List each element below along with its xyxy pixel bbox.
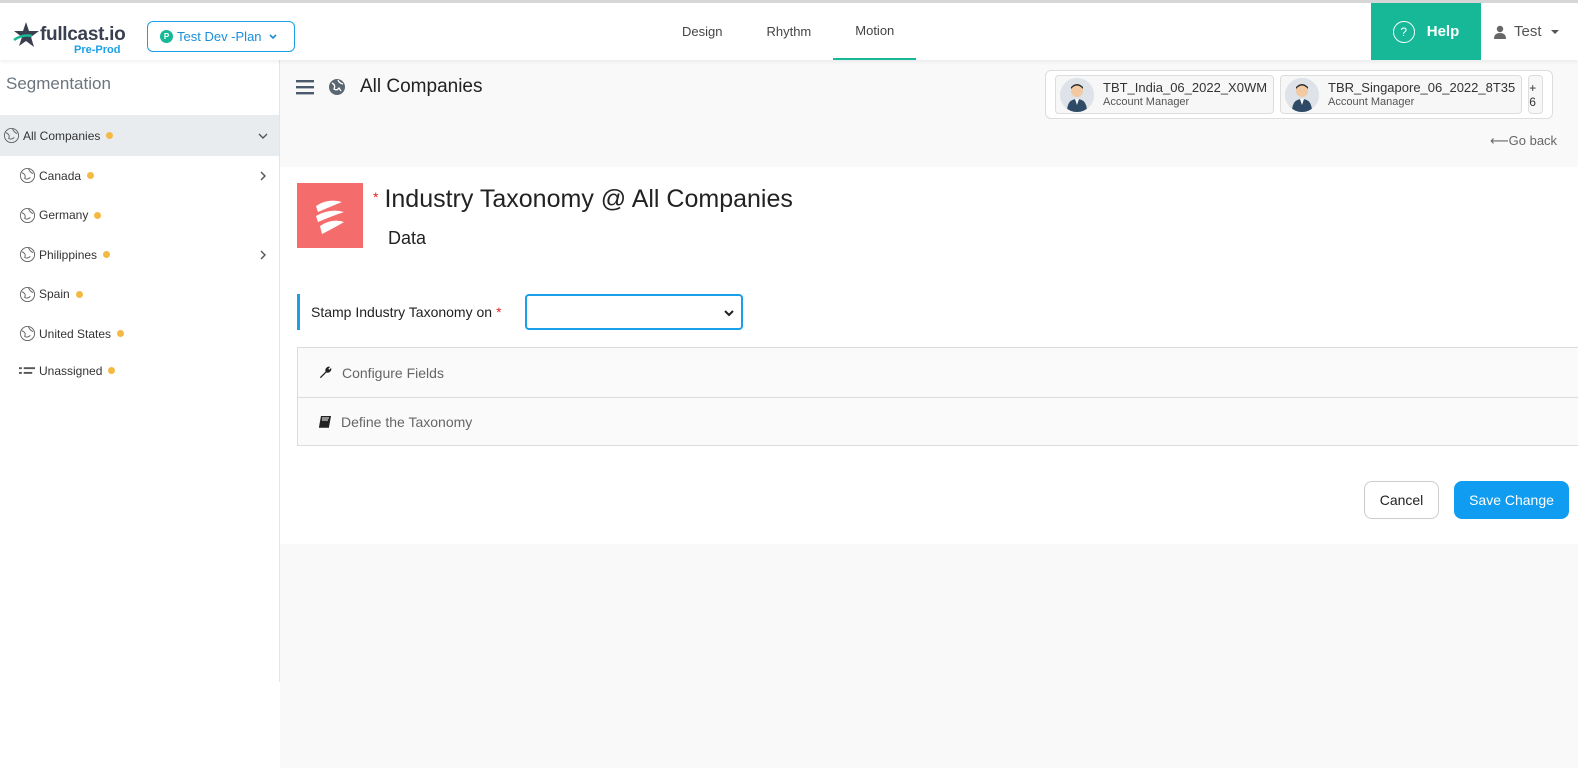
tab-motion[interactable]: Motion (833, 3, 917, 60)
avatar (1060, 77, 1094, 112)
page-subtitle: Data (388, 228, 427, 248)
globe-icon (329, 79, 345, 95)
globe-icon (18, 246, 36, 264)
more-assignees-button[interactable]: + 6 (1528, 75, 1543, 114)
tree-item-label: United States (39, 326, 112, 341)
arrow-left-icon: ⟵ (1490, 133, 1509, 148)
taxonomy-logo (297, 183, 363, 248)
chevron-down-icon (268, 33, 277, 39)
stamp-field-label: Stamp Industry Taxonomy on * (311, 304, 502, 320)
hamburger-menu-icon[interactable] (296, 79, 314, 95)
tree-item-label: Unassigned (39, 363, 103, 378)
page-breadcrumb-title: All Companies (360, 76, 483, 97)
globe-icon (18, 167, 36, 185)
tree-item-label: Germany (39, 208, 89, 223)
status-dot (106, 132, 114, 139)
tab-design[interactable]: Design (660, 3, 744, 60)
tree-item-label: Philippines (39, 247, 98, 262)
chevron-right-icon[interactable] (257, 249, 269, 261)
go-back-link[interactable]: ⟵Go back (1490, 133, 1557, 149)
tab-rhythm[interactable]: Rhythm (744, 3, 833, 60)
tree-item-label: All Companies (23, 128, 101, 143)
go-back-label: Go back (1508, 133, 1558, 148)
globe-icon (18, 325, 36, 343)
top-bar: fullcast.io Pre-Prod P Test Dev -Plan De… (0, 0, 1578, 60)
tree-item-germany[interactable]: Germany (0, 196, 279, 236)
segmentation-sidebar: Segmentation All Companies Canada German… (0, 60, 280, 682)
chevron-down-icon[interactable] (257, 130, 269, 142)
environment-label: Pre-Prod (74, 44, 121, 56)
tree-item-canada[interactable]: Canada (0, 156, 279, 196)
tree-item-philippines[interactable]: Philippines (0, 235, 279, 275)
logo-text: fullcast.io (40, 24, 126, 45)
assignee-name: TBT_India_06_2022_X0WM (1103, 80, 1268, 95)
assignee-list: TBT_India_06_2022_X0WM Account Manager T… (1045, 70, 1553, 119)
config-accordion: Configure Fields Define the Taxonomy (297, 347, 1578, 446)
status-dot (108, 367, 116, 374)
user-name: Test (1514, 23, 1542, 40)
globe-icon (18, 285, 36, 303)
list-icon (18, 362, 36, 380)
plan-label: Test Dev -Plan (177, 29, 262, 44)
caret-down-icon (1550, 29, 1559, 34)
globe-icon (2, 127, 20, 145)
tree-item-label: Canada (39, 168, 82, 183)
logo-star-icon (13, 22, 39, 47)
chevron-down-icon (724, 310, 734, 317)
tree-item-spain[interactable]: Spain (0, 275, 279, 315)
accordion-define-taxonomy[interactable]: Define the Taxonomy (298, 397, 1578, 446)
globe-icon (18, 206, 36, 224)
flag-waves-icon (316, 200, 344, 234)
fullcast-logo[interactable]: fullcast.io Pre-Prod (12, 20, 132, 60)
assignee-role: Account Manager (1328, 96, 1415, 108)
chevron-right-icon[interactable] (257, 170, 269, 182)
wrench-icon (319, 366, 332, 379)
plan-badge: P (160, 30, 173, 43)
assignee-role: Account Manager (1103, 96, 1190, 108)
tree-item-label: Spain (39, 287, 70, 302)
cancel-button[interactable]: Cancel (1364, 481, 1439, 519)
tree-item-all-companies[interactable]: All Companies (0, 115, 279, 156)
status-dot (75, 290, 83, 298)
accordion-label: Configure Fields (342, 364, 444, 381)
required-marker: * (496, 304, 502, 320)
accordion-label: Define the Taxonomy (341, 414, 473, 430)
required-marker: * (373, 188, 379, 205)
user-icon (1494, 25, 1506, 39)
save-change-button[interactable]: Save Change (1454, 481, 1569, 519)
stamp-field-row: Stamp Industry Taxonomy on * (297, 294, 502, 330)
content-header: All Companies (296, 75, 483, 99)
segment-tree: All Companies Canada Germany Philippines… (0, 115, 279, 388)
accordion-configure-fields[interactable]: Configure Fields (298, 348, 1578, 397)
avatar (1285, 77, 1320, 112)
page-title: Industry Taxonomy @ All Companies (384, 185, 793, 213)
help-label: Help (1426, 23, 1460, 40)
field-accent-bar (297, 294, 300, 330)
main-nav: Design Rhythm Motion (660, 3, 917, 60)
sidebar-title: Segmentation (6, 74, 111, 93)
assignee-chip[interactable]: TBT_India_06_2022_X0WM Account Manager (1055, 75, 1275, 114)
question-icon: ? (1392, 20, 1415, 43)
book-icon (319, 416, 331, 428)
status-dot (94, 211, 102, 219)
status-dot (103, 251, 111, 259)
page-title-row: * Industry Taxonomy @ All Companies (373, 185, 793, 214)
assignee-chip[interactable]: TBR_Singapore_06_2022_8T35 Account Manag… (1280, 75, 1523, 114)
stamp-field-select[interactable] (525, 294, 743, 330)
stamp-field-label-text: Stamp Industry Taxonomy on (311, 304, 493, 320)
assignee-name: TBR_Singapore_06_2022_8T35 (1328, 80, 1516, 95)
plan-selector-button[interactable]: P Test Dev -Plan (147, 21, 295, 52)
status-dot (87, 172, 95, 180)
help-button[interactable]: ? Help (1371, 3, 1481, 60)
tree-item-united-states[interactable]: United States (0, 314, 279, 354)
user-menu[interactable]: Test (1494, 3, 1560, 60)
status-dot (117, 330, 125, 338)
tree-item-unassigned[interactable]: Unassigned (0, 354, 279, 388)
